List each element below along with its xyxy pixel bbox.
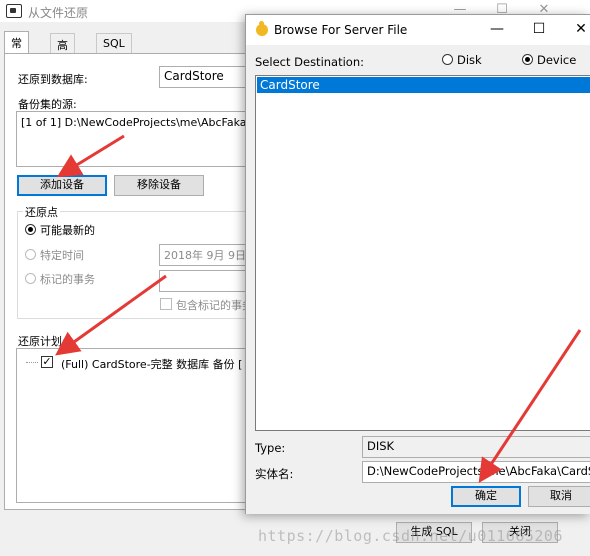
- dialog-minimize-button[interactable]: —: [476, 15, 518, 45]
- physical-name-label: 实体名:: [255, 467, 294, 481]
- add-device-button[interactable]: 添加设备: [17, 175, 107, 196]
- radio-disk[interactable]: [442, 54, 453, 65]
- restore-to-db-field[interactable]: CardStore: [159, 66, 249, 88]
- remove-device-button[interactable]: 移除设备: [114, 175, 204, 196]
- backup-source-item: [1 of 1] D:\NewCodeProjects\me\AbcFaka: [21, 116, 247, 129]
- destination-list[interactable]: CardStore: [255, 75, 590, 431]
- tab-general[interactable]: 常规: [4, 31, 29, 66]
- type-label: Type:: [255, 441, 286, 455]
- plan-item-checkbox[interactable]: ✓: [41, 356, 53, 368]
- radio-latest-label: 可能最新的: [40, 224, 95, 237]
- radio-latest-possible[interactable]: [25, 224, 36, 235]
- window-app-icon: [6, 4, 22, 18]
- radio-specific-time[interactable]: [25, 249, 36, 260]
- dialog-close-button[interactable]: ✕: [560, 15, 590, 45]
- tree-connector: [26, 362, 38, 363]
- ok-button[interactable]: 确定: [451, 486, 521, 507]
- dialog-title-bar: Browse For Server File — ☐ ✕: [246, 15, 590, 45]
- radio-specific-time-label: 特定时间: [40, 249, 84, 262]
- select-destination-label: Select Destination:: [255, 55, 364, 69]
- physical-name-field[interactable]: D:\NewCodeProjects\me\AbcFaka\CardSt: [362, 461, 590, 483]
- restore-plan-label: 还原计划:: [18, 335, 66, 348]
- type-field: DISK: [362, 436, 590, 458]
- radio-marked-transaction[interactable]: [25, 273, 36, 284]
- watermark: https://blog.csdn.net/u011665206: [258, 527, 563, 545]
- dialog-title: Browse For Server File: [274, 23, 408, 37]
- tab-sql-preview[interactable]: SQL 预览: [96, 33, 132, 81]
- backup-source-list[interactable]: [1 of 1] D:\NewCodeProjects\me\AbcFaka: [16, 111, 249, 167]
- tab-advanced[interactable]: 高级: [50, 33, 75, 68]
- radio-device-label: Device: [537, 53, 577, 67]
- include-marked-tx-label: 包含标记的事务: [176, 299, 253, 312]
- radio-disk-label: Disk: [457, 53, 482, 67]
- dialog-maximize-button[interactable]: ☐: [518, 15, 560, 45]
- browse-server-file-dialog: Browse For Server File — ☐ ✕ Select Dest…: [245, 14, 590, 514]
- marked-transaction-field[interactable]: [159, 270, 249, 292]
- window-title: 从文件还原: [28, 6, 89, 20]
- dialog-app-icon: [256, 21, 268, 36]
- list-item[interactable]: CardStore: [257, 77, 590, 93]
- radio-device[interactable]: [522, 54, 533, 65]
- plan-item-label: (Full) CardStore-完整 数据库 备份 [: [61, 358, 243, 371]
- cancel-button[interactable]: 取消: [528, 486, 590, 507]
- restore-to-db-label: 还原到数据库:: [18, 73, 88, 86]
- backup-source-label: 备份集的源:: [18, 98, 77, 111]
- restore-point-label: 还原点: [23, 204, 60, 220]
- include-marked-tx-checkbox[interactable]: [160, 298, 172, 310]
- radio-marked-transaction-label: 标记的事务: [40, 273, 95, 286]
- date-picker[interactable]: 2018年 9月 9日: [159, 244, 249, 266]
